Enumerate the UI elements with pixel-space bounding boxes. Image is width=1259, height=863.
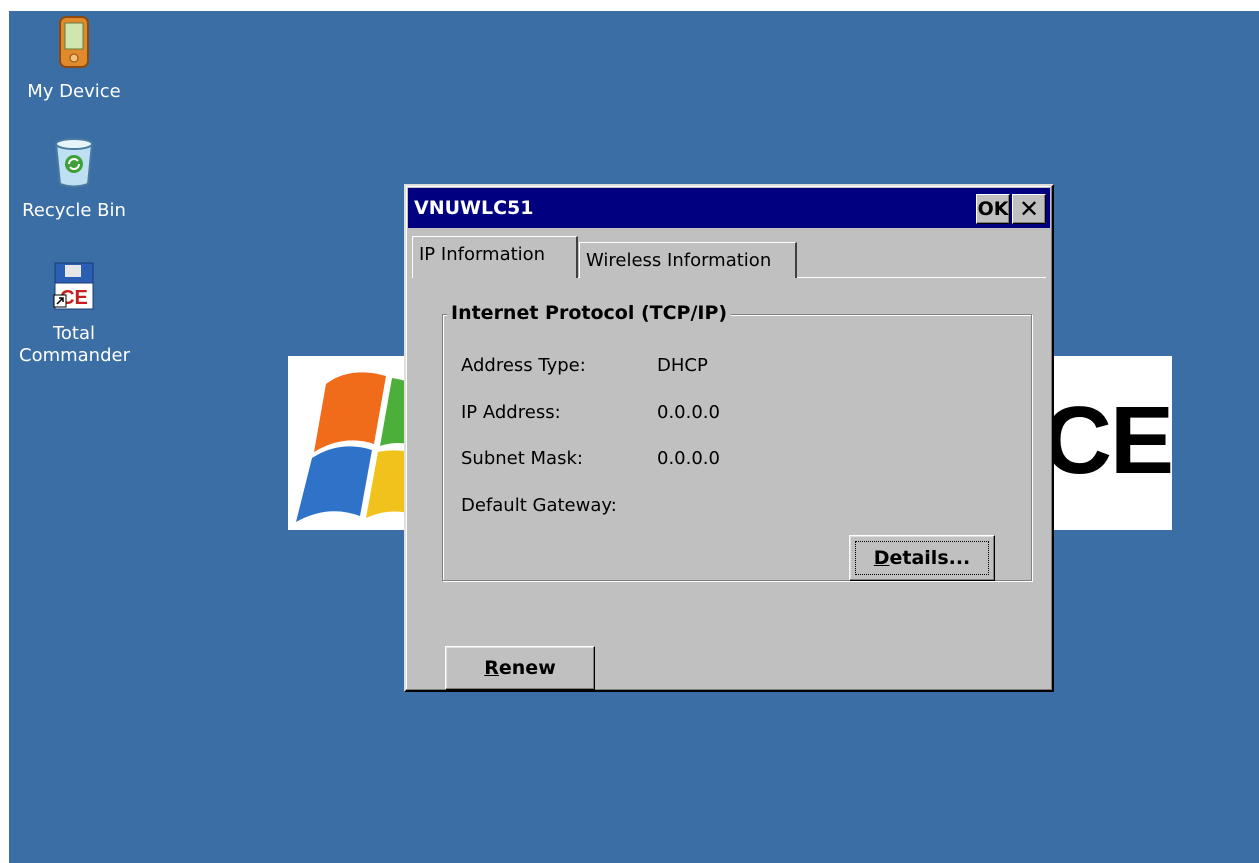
- renew-mnemonic: R: [484, 657, 499, 679]
- focus-rectangle: [855, 541, 989, 575]
- renew-label-rest: enew: [498, 657, 556, 679]
- total-commander-icon: CE: [53, 262, 94, 310]
- address-type-value: DHCP: [657, 355, 708, 376]
- default-gateway-label: Default Gateway:: [461, 495, 617, 516]
- desktop-icon-total-commander[interactable]: CE Total Commander: [19, 261, 130, 367]
- title-bar[interactable]: VNUWLC51 OK ✕: [408, 188, 1050, 228]
- desktop: My Device Recycle Bin CE Total Commander: [9, 11, 1259, 863]
- subnet-mask-value: 0.0.0.0: [657, 448, 720, 469]
- subnet-mask-label: Subnet Mask:: [461, 448, 583, 469]
- window-title: VNUWLC51: [414, 197, 534, 219]
- desktop-icon-label: Recycle Bin: [22, 200, 126, 221]
- desktop-icon-label: My Device: [27, 81, 121, 102]
- desktop-icon-label-line1: Total: [52, 323, 96, 344]
- ip-address-label: IP Address:: [461, 402, 561, 423]
- recycle-bin-icon: [54, 138, 94, 188]
- dialog-window: VNUWLC51 OK ✕ IP Information Wireless In…: [404, 184, 1054, 692]
- renew-button[interactable]: Renew: [445, 646, 595, 690]
- ok-button[interactable]: OK: [976, 194, 1010, 224]
- pda-device-icon: [59, 16, 89, 68]
- windows-flag-logo: [296, 372, 418, 522]
- groupbox-title: Internet Protocol (TCP/IP): [447, 302, 732, 324]
- tab-ip-information[interactable]: IP Information: [412, 236, 578, 278]
- ip-address-value: 0.0.0.0: [657, 402, 720, 423]
- desktop-icon-my-device[interactable]: My Device: [19, 15, 129, 103]
- desktop-icon-recycle-bin[interactable]: Recycle Bin: [19, 136, 129, 222]
- details-button[interactable]: Details...: [849, 535, 995, 581]
- tab-wireless-information[interactable]: Wireless Information: [579, 242, 797, 278]
- close-icon[interactable]: ✕: [1012, 194, 1046, 224]
- wallpaper-text: CE: [1042, 387, 1172, 494]
- desktop-icon-label-line2: Commander: [19, 345, 130, 366]
- address-type-label: Address Type:: [461, 355, 586, 376]
